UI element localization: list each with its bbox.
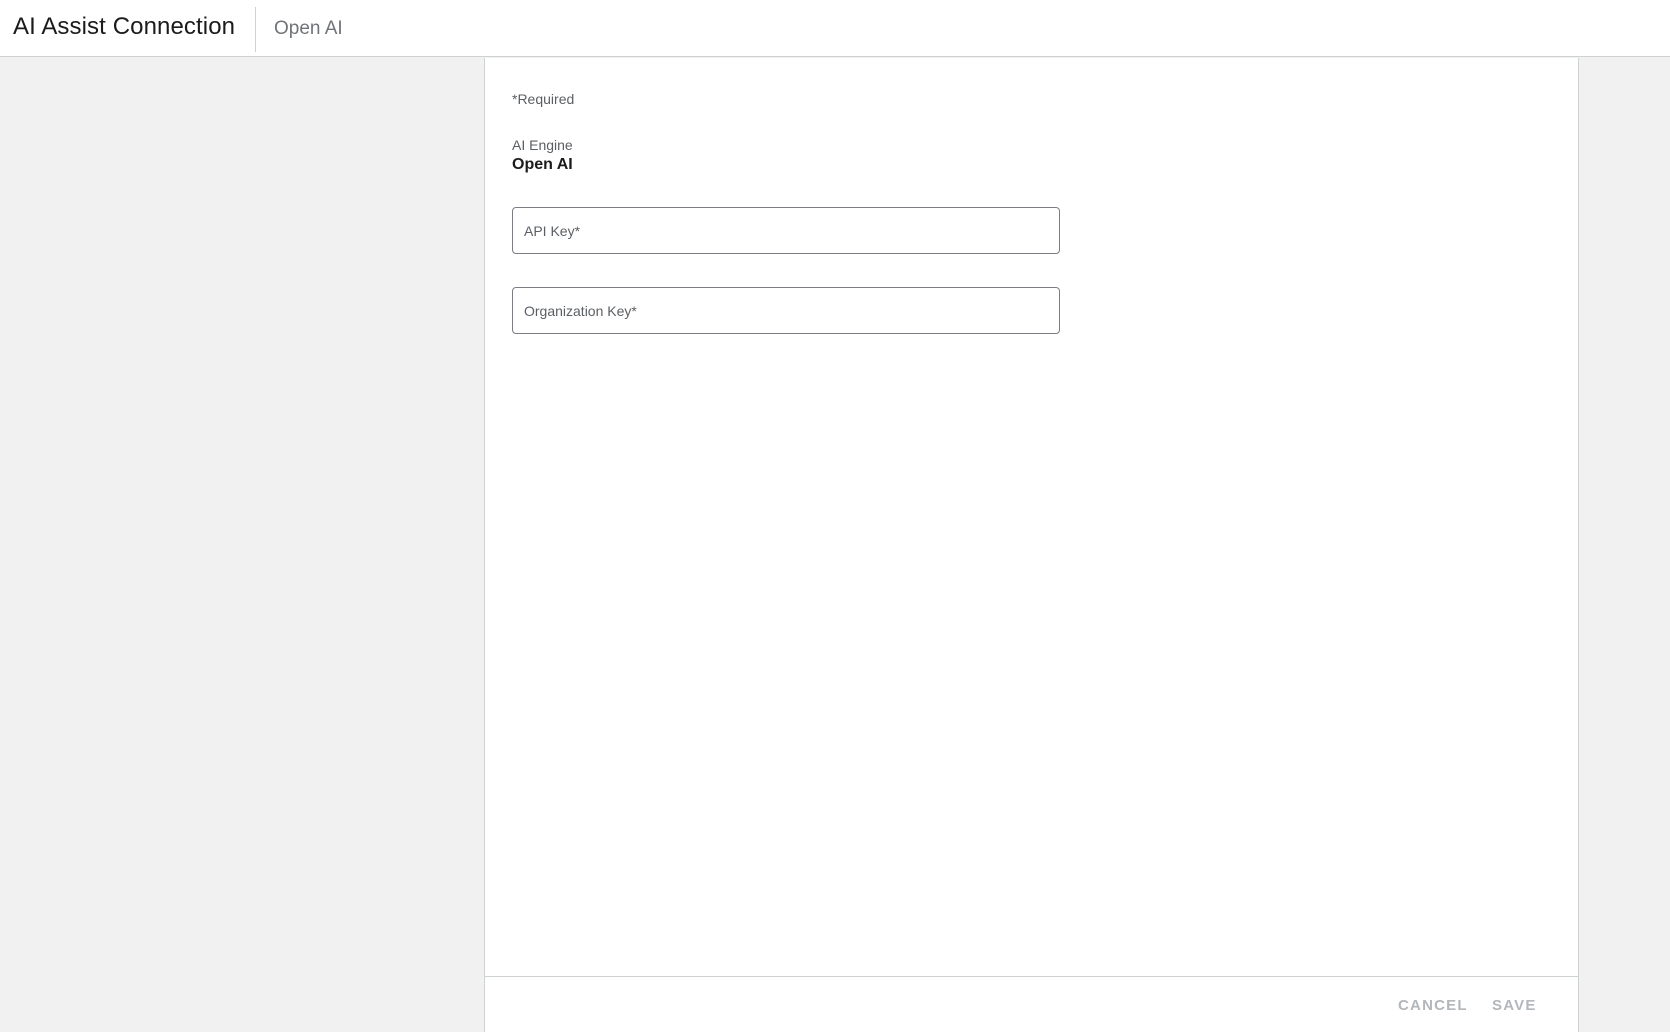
api-key-field	[512, 207, 1060, 254]
connection-form-panel: *Required AI Engine Open AI CANCEL SAVE	[484, 58, 1579, 1032]
header-divider	[255, 7, 256, 52]
page-subtitle: Open AI	[274, 18, 343, 39]
api-key-input[interactable]	[513, 208, 1059, 253]
app-header: AI Assist Connection Open AI	[0, 0, 1670, 57]
ai-engine-label: AI Engine	[512, 137, 573, 153]
page-title: AI Assist Connection	[13, 13, 236, 40]
save-button[interactable]: SAVE	[1492, 997, 1537, 1014]
cancel-button[interactable]: CANCEL	[1398, 997, 1468, 1014]
ai-engine-value: Open AI	[512, 156, 573, 173]
organization-key-input[interactable]	[513, 288, 1059, 333]
organization-key-field	[512, 287, 1060, 334]
required-note: *Required	[512, 91, 575, 107]
form-footer: CANCEL SAVE	[485, 976, 1578, 1032]
